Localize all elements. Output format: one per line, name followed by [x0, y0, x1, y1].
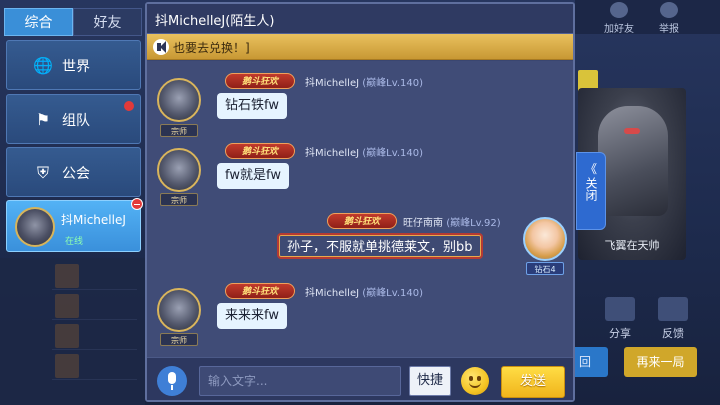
remove-conversation-icon[interactable] — [131, 198, 143, 210]
sender-label: 抖MichelleJ — [305, 78, 360, 89]
emoji-icon[interactable] — [461, 367, 489, 395]
message-bubble: fw就是fw — [217, 163, 289, 189]
sender-level: (巅峰Lv.140) — [362, 148, 424, 159]
message-list[interactable]: 宗师 鹅斗狂欢 抖MichelleJ (巅峰Lv.140) 钻石铁fw 宗师 鹅… — [147, 61, 573, 357]
send-button[interactable]: 发送 — [501, 366, 565, 398]
shield-icon: ⛨ — [36, 163, 49, 182]
announcement-text: 也要去兑换！] — [173, 41, 250, 55]
sender-name: 抖MichelleJ (巅峰Lv.140) — [305, 144, 423, 159]
event-badge: 鹅斗狂欢 — [225, 283, 295, 299]
close-chat-button[interactable]: 《关闭 — [576, 152, 606, 230]
thumbnail — [55, 294, 79, 318]
quick-phrases-button[interactable]: 快捷 — [409, 366, 451, 396]
event-badge: 鹅斗狂欢 — [225, 143, 295, 159]
thumbnail — [55, 354, 79, 378]
flag-icon: ⚑ — [35, 110, 51, 129]
background-top-bar: 加好友 举报 — [575, 0, 720, 35]
speaker-icon — [153, 39, 169, 55]
nav-item-label: 世界 — [62, 59, 90, 75]
message-bubble: 来来来fw — [217, 303, 287, 329]
list-item — [52, 292, 137, 320]
online-status: 在线 — [65, 237, 84, 247]
tab-general[interactable]: 综合 — [4, 8, 73, 36]
list-item — [52, 352, 137, 380]
hero-eye — [624, 128, 640, 134]
avatar[interactable] — [157, 288, 201, 332]
notification-dot — [124, 101, 134, 111]
left-tabs: 综合 好友 — [4, 8, 142, 36]
emoji-eye — [469, 376, 473, 381]
play-again-button[interactable]: 再来一局 — [624, 347, 697, 377]
sender-name: 旺仔南南 (巅峰Lv.92) — [403, 214, 501, 229]
add-friend-button[interactable]: 加好友 — [595, 2, 643, 35]
event-badge: 鹅斗狂欢 — [327, 213, 397, 229]
chat-title: 抖MichelleJ(陌生人) — [147, 4, 573, 34]
rank-tag: 宗师 — [160, 124, 198, 137]
input-bar: 快捷 发送 — [147, 357, 573, 400]
tab-friends[interactable]: 好友 — [73, 8, 142, 36]
message-bubble: 钻石铁fw — [217, 93, 287, 119]
avatar[interactable] — [157, 148, 201, 192]
sender-label: 旺仔南南 — [403, 218, 443, 229]
faded-list — [0, 258, 145, 405]
avatar[interactable] — [157, 78, 201, 122]
event-badge: 鹅斗狂欢 — [225, 73, 295, 89]
emoji-eye — [477, 376, 481, 381]
rank-tag: 宗师 — [160, 333, 198, 346]
nav-item-label: 组队 — [62, 113, 90, 129]
game-screen: 加好友 举报 飞翼在天帅 《关闭 分享 反馈 回 再来一局 综合 好友 🌐 世界… — [0, 0, 720, 405]
sender-label: 抖MichelleJ — [305, 148, 360, 159]
avatar — [15, 207, 55, 247]
conversation-name: 抖MichelleJ — [61, 213, 126, 227]
share-label: 分享 — [609, 327, 631, 340]
sender-name: 抖MichelleJ (巅峰Lv.140) — [305, 284, 423, 299]
nav-item-label: 公会 — [62, 166, 90, 182]
report-icon — [660, 2, 678, 18]
sender-name: 抖MichelleJ (巅峰Lv.140) — [305, 74, 423, 89]
report-button[interactable]: 举报 — [645, 2, 693, 35]
nav-item-team[interactable]: ⚑ 组队 — [6, 94, 141, 144]
announcement-bar: 也要去兑换！] — [147, 34, 573, 60]
rank-tag: 宗师 — [160, 193, 198, 206]
nav-item-world[interactable]: 🌐 世界 — [6, 40, 141, 90]
microphone-icon[interactable] — [157, 366, 187, 396]
sender-level: (巅峰Lv.140) — [362, 78, 424, 89]
feedback-button[interactable]: 反馈 — [655, 297, 691, 341]
feedback-icon — [658, 297, 688, 321]
thumbnail — [55, 324, 79, 348]
hero-figure — [598, 106, 668, 216]
share-icon — [605, 297, 635, 321]
chat-panel: 抖MichelleJ(陌生人) 也要去兑换！] 宗师 鹅斗狂欢 抖Michell… — [145, 2, 575, 402]
report-label: 举报 — [659, 24, 679, 35]
message-input[interactable] — [199, 366, 401, 396]
sender-label: 抖MichelleJ — [305, 288, 360, 299]
hero-name: 飞翼在天帅 — [604, 239, 660, 252]
emoji-mouth — [469, 382, 481, 388]
conversation-item-active[interactable]: 抖MichelleJ 在线 — [6, 198, 143, 252]
thumbnail — [55, 264, 79, 288]
share-button[interactable]: 分享 — [602, 297, 638, 341]
list-item — [52, 322, 137, 350]
add-friend-label: 加好友 — [604, 24, 634, 35]
avatar[interactable] — [523, 217, 567, 261]
message-bubble-mine: 孙子，不服就单挑德莱文，别bb — [277, 233, 483, 259]
sender-level: (巅峰Lv.92) — [446, 218, 501, 229]
sender-level: (巅峰Lv.140) — [362, 288, 424, 299]
feedback-label: 反馈 — [662, 327, 684, 340]
rank-tag: 钻石4 — [526, 262, 564, 275]
nav-item-guild[interactable]: ⛨ 公会 — [6, 147, 141, 197]
add-friend-icon — [610, 2, 628, 18]
close-label: 关闭 — [584, 177, 598, 201]
list-item — [52, 262, 137, 290]
globe-icon: 🌐 — [33, 56, 53, 75]
